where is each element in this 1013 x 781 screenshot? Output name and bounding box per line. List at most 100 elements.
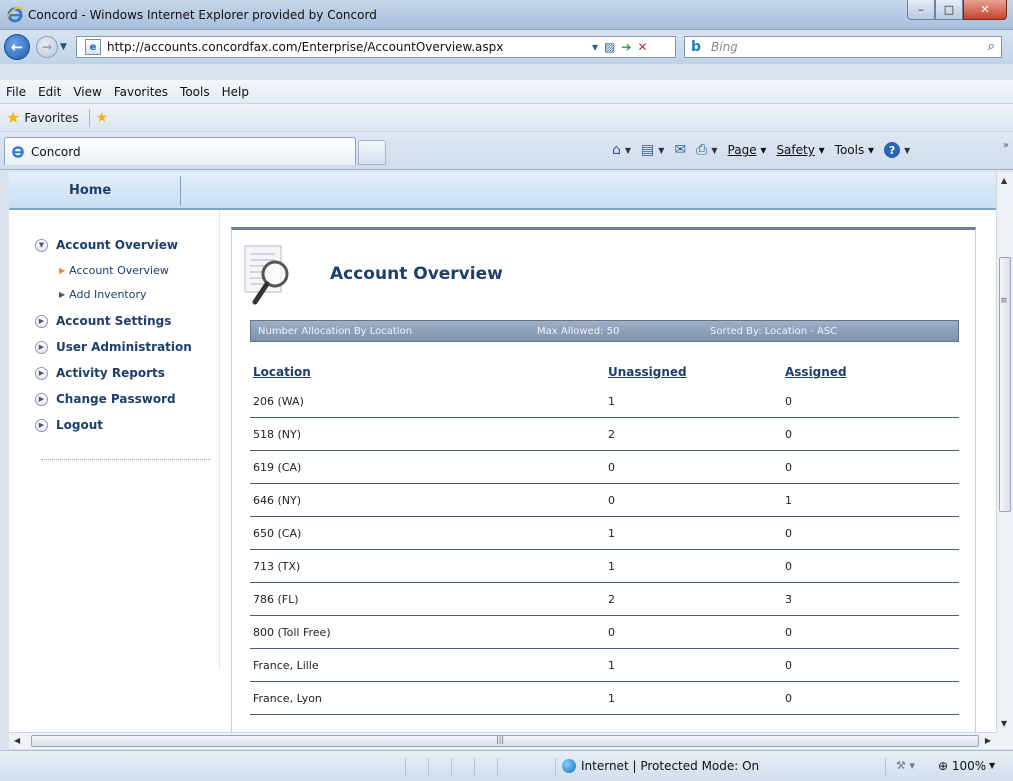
home-link[interactable]: Home [69, 183, 111, 198]
page-title: Account Overview [330, 264, 503, 284]
favorites-star-icon[interactable]: ★ [6, 108, 20, 127]
menu-tools[interactable]: Tools [180, 85, 210, 99]
location-cell: 786 (FL) [253, 593, 299, 606]
read-mail-icon[interactable]: ✉ [674, 142, 686, 158]
page-menu[interactable]: Page ▾ [728, 143, 767, 157]
internet-explorer-icon [6, 7, 24, 23]
menu-favorites[interactable]: Favorites [114, 85, 168, 99]
minimize-button[interactable]: – [907, 0, 935, 20]
column-header-location[interactable]: Location [253, 365, 311, 379]
assigned-cell: 0 [785, 560, 792, 573]
help-dropdown-icon[interactable]: ▼ [904, 146, 910, 155]
sidebar-item-label: Account Overview [56, 238, 178, 252]
print-dropdown-icon[interactable]: ▼ [711, 146, 717, 155]
allocation-info-bar: Number Allocation By Location Max Allowe… [250, 320, 959, 342]
location-cell: 650 (CA) [253, 527, 302, 540]
close-button[interactable]: ✕ [963, 0, 1007, 20]
sidebar-border [219, 210, 220, 670]
sidebar-item-activity-reports[interactable]: ▶ Activity Reports [35, 366, 165, 380]
address-bar[interactable]: e http://accounts.concordfax.com/Enterpr… [76, 36, 676, 58]
vertical-scrollbar[interactable]: ▲ ≡ ▼ [996, 172, 1013, 732]
maximize-icon: □ [943, 3, 955, 16]
stop-icon[interactable]: ✕ [637, 40, 647, 54]
menu-help[interactable]: Help [222, 85, 249, 99]
favorites-separator [88, 108, 90, 127]
zone-label: Internet | Protected Mode: On [581, 759, 760, 773]
table-row: 646 (NY) 0 1 [250, 484, 959, 517]
popup-blocker-icon[interactable]: ⚒ ▾ [896, 759, 915, 772]
location-cell: 206 (WA) [253, 395, 304, 408]
status-bar: Internet | Protected Mode: On ⚒ ▾ ⊕ 100%… [0, 750, 1013, 781]
go-icon[interactable]: ➔ [621, 40, 631, 54]
back-button[interactable]: ← [4, 34, 30, 60]
forward-button[interactable]: → [36, 36, 58, 58]
address-url[interactable]: http://accounts.concordfax.com/Enterpris… [107, 40, 503, 54]
assigned-cell: 0 [785, 692, 792, 705]
help-icon[interactable]: ? [884, 142, 901, 158]
expand-icon: ▶ [35, 340, 48, 354]
safety-menu[interactable]: Safety ▾ [776, 143, 824, 157]
sidebar-item-account-settings[interactable]: ▶ Account Settings [35, 314, 171, 328]
assigned-cell: 3 [785, 593, 792, 606]
horizontal-scroll-thumb[interactable] [31, 735, 979, 747]
location-cell: 518 (NY) [253, 428, 302, 441]
status-divider [405, 758, 406, 776]
sidebar-item-logout[interactable]: ▶ Logout [35, 418, 103, 432]
compatibility-view-icon[interactable]: ▨ [604, 40, 615, 54]
table-row: France, Lyon 1 0 [250, 682, 959, 715]
more-commands-icon[interactable]: » [1003, 140, 1009, 151]
scroll-left-icon[interactable]: ◀ [14, 736, 20, 745]
maximize-button[interactable]: □ [935, 0, 963, 20]
search-box[interactable]: b Bing ⌕ [684, 36, 1002, 58]
expand-icon: ▶ [35, 366, 48, 380]
tools-menu-label: Tools [834, 143, 865, 157]
sidebar-item-user-administration[interactable]: ▶ User Administration [35, 340, 192, 354]
search-icon[interactable]: ⌕ [988, 39, 995, 54]
horizontal-scrollbar[interactable]: ◀ ||| ▶ [9, 732, 996, 749]
assigned-cell: 0 [785, 428, 792, 441]
feeds-icon[interactable]: ▤ [641, 142, 654, 158]
collapse-icon: ▼ [35, 238, 48, 252]
expand-icon: ▶ [35, 392, 48, 406]
home-icon[interactable]: ⌂ [612, 142, 621, 158]
tab-ie-icon [12, 145, 24, 158]
sidebar: ▼ Account Overview ▶ Account Overview ▶ … [9, 210, 219, 732]
scroll-down-icon[interactable]: ▼ [1001, 719, 1007, 728]
scroll-up-icon[interactable]: ▲ [1001, 176, 1007, 185]
status-divider [474, 758, 475, 776]
unassigned-cell: 1 [608, 659, 615, 672]
new-tab-button[interactable] [358, 140, 386, 165]
recent-pages-dropdown[interactable]: ▼ [60, 42, 67, 52]
sidebar-item-account-overview[interactable]: ▼ Account Overview [35, 238, 178, 252]
menu-edit[interactable]: Edit [38, 85, 61, 99]
zoom-dropdown-icon[interactable]: ▼ [989, 761, 995, 770]
window-titlebar: Concord - Windows Internet Explorer prov… [0, 0, 1013, 30]
add-to-favorites-bar-icon[interactable]: ★ [96, 110, 109, 126]
document-magnifier-icon [244, 245, 289, 305]
zoom-level[interactable]: ⊕ 100% [938, 759, 986, 773]
sidebar-subitem-add-inventory[interactable]: ▶ Add Inventory [59, 288, 147, 301]
column-header-unassigned[interactable]: Unassigned [608, 365, 687, 379]
unassigned-cell: 0 [608, 626, 615, 639]
security-zone[interactable]: Internet | Protected Mode: On [562, 759, 759, 773]
bing-icon: b [691, 39, 702, 55]
menu-view[interactable]: View [73, 85, 101, 99]
feeds-dropdown-icon[interactable]: ▼ [658, 146, 664, 155]
address-dropdown-icon[interactable]: ▾ [592, 40, 598, 54]
sidebar-item-change-password[interactable]: ▶ Change Password [35, 392, 176, 406]
scroll-corner [996, 732, 1013, 749]
column-header-assigned[interactable]: Assigned [785, 365, 847, 379]
assigned-cell: 0 [785, 659, 792, 672]
tab-concord[interactable]: Concord [4, 137, 356, 165]
expand-icon: ▶ [35, 314, 48, 328]
table-row: 713 (TX) 1 0 [250, 550, 959, 583]
scroll-right-icon[interactable]: ▶ [985, 736, 991, 745]
menu-file[interactable]: File [6, 85, 26, 99]
tools-menu[interactable]: Tools ▾ [835, 143, 874, 157]
print-icon[interactable]: ⎙ [696, 142, 707, 158]
tab-row: Concord ⌂ ▼ ▤ ▼ ✉ ⎙ ▼ Page ▾ Safety ▾ Tools… [0, 132, 1013, 170]
sidebar-item-label: User Administration [56, 340, 192, 354]
home-dropdown-icon[interactable]: ▼ [625, 146, 631, 155]
favorites-button[interactable]: Favorites [24, 111, 78, 125]
sidebar-subitem-account-overview[interactable]: ▶ Account Overview [59, 264, 169, 277]
